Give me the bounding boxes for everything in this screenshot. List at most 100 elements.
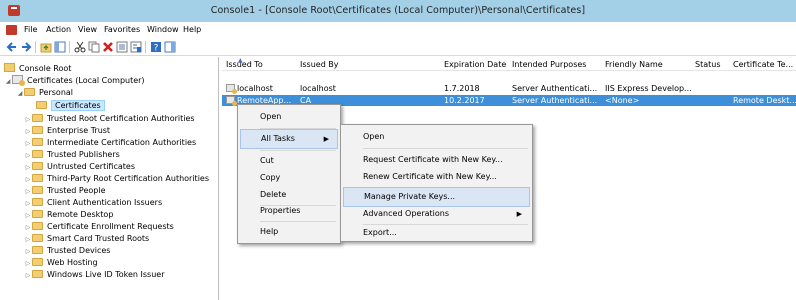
toolbar-separator [69, 41, 70, 53]
tree-item-web-hosting[interactable]: ▷ Web Hosting [24, 257, 98, 269]
cut-icon[interactable] [74, 41, 86, 53]
menu-separator [363, 148, 528, 149]
export-list-icon[interactable] [116, 41, 128, 53]
friendly-name-cell: IIS Express Develop... [605, 84, 692, 93]
submenu-item-advanced-operations[interactable]: Advanced Operations ▶ [343, 204, 530, 224]
folder-icon [32, 258, 43, 266]
folder-icon [32, 114, 43, 122]
issued-by-cell: localhost [300, 84, 336, 93]
column-header-friendly-name[interactable]: Friendly Name [605, 60, 663, 69]
tree-item-intermediate-ca[interactable]: ▷ Intermediate Certification Authorities [24, 137, 196, 149]
expand-arrow-icon[interactable]: ▷ [24, 270, 32, 282]
child-window-icon[interactable] [6, 25, 17, 35]
folder-icon [32, 162, 43, 170]
menu-help[interactable]: Help [183, 25, 201, 34]
tree-item-windows-live-id[interactable]: ▷ Windows Live ID Token Issuer [24, 269, 164, 281]
back-arrow-icon[interactable] [6, 41, 18, 53]
folder-icon [24, 88, 35, 96]
certificate-icon [226, 96, 237, 106]
tree-item-certificates[interactable]: Certificates [36, 100, 105, 112]
toolbar-separator [145, 41, 146, 53]
menu-item-open[interactable]: Open [240, 107, 338, 127]
friendly-name-cell: <None> [605, 96, 640, 105]
window-title: Console1 - [Console Root\Certificates (L… [210, 5, 586, 16]
title-bar[interactable]: Console1 - [Console Root\Certificates (L… [0, 0, 796, 22]
help-icon[interactable]: ? [150, 41, 162, 53]
folder-icon [32, 270, 43, 278]
toolbar: ? [0, 38, 796, 56]
table-row[interactable]: localhost localhost 1.7.2018 Server Auth… [222, 83, 796, 94]
expiration-cell: 10.2.2017 [444, 96, 485, 105]
menu-item-help[interactable]: Help [240, 222, 338, 242]
tree-item-enterprise-trust[interactable]: ▷ Enterprise Trust [24, 125, 110, 137]
column-header-issued-to[interactable]: ▲ Issued To [226, 57, 263, 69]
svg-text:?: ? [154, 44, 159, 54]
forward-arrow-icon[interactable] [20, 41, 32, 53]
toolbar-separator [35, 41, 36, 53]
tree-item-certificates-local-computer[interactable]: ◢ Certificates (Local Computer) [4, 75, 145, 87]
column-header-issued-by[interactable]: Issued By [300, 60, 339, 69]
submenu-arrow-icon: ▶ [323, 135, 329, 143]
folder-icon [32, 150, 43, 158]
column-header-expiration-date[interactable]: Expiration Date [444, 60, 506, 69]
list-header: ▲ Issued To Issued By Expiration Date Int… [222, 57, 796, 71]
context-menu: Open All Tasks ▶ Cut Copy Delete Properti… [237, 104, 341, 244]
folder-icon [32, 198, 43, 206]
folder-icon [32, 234, 43, 242]
submenu-arrow-icon: ▶ [516, 210, 522, 218]
menu-item-all-tasks[interactable]: All Tasks ▶ [240, 129, 338, 149]
tree-item-trusted-publishers[interactable]: ▷ Trusted Publishers [24, 149, 120, 161]
menu-bar: File Action View Favorites Window Help [0, 22, 796, 38]
console-root-icon [4, 63, 15, 72]
column-header-intended-purposes[interactable]: Intended Purposes [512, 60, 586, 69]
collapse-arrow-icon[interactable]: ◢ [4, 76, 12, 88]
console-tree[interactable]: Console Root ◢ Certificates (Local Comput… [0, 57, 219, 300]
submenu-item-open[interactable]: Open [343, 127, 530, 147]
menu-item-properties[interactable]: Properties [240, 201, 338, 221]
tree-item-trusted-devices[interactable]: ▷ Trusted Devices [24, 245, 110, 257]
tree-item-enrollment-requests[interactable]: ▷ Certificate Enrollment Requests [24, 221, 174, 233]
copy-icon[interactable] [88, 41, 100, 53]
delete-icon[interactable] [102, 41, 114, 53]
menu-action[interactable]: Action [46, 25, 71, 34]
folder-icon [32, 246, 43, 254]
show-hide-tree-icon[interactable] [54, 41, 66, 53]
template-cell: Remote Deskt... [733, 96, 796, 105]
menu-file[interactable]: File [24, 25, 37, 34]
folder-icon [32, 174, 43, 182]
expiration-cell: 1.7.2018 [444, 84, 480, 93]
folder-icon [32, 222, 43, 230]
menu-view[interactable]: View [78, 25, 97, 34]
tree-item-remote-desktop[interactable]: ▷ Remote Desktop [24, 209, 113, 221]
folder-icon [32, 186, 43, 194]
certificate-store-icon [12, 75, 25, 86]
folder-icon [32, 138, 43, 146]
tree-item-personal[interactable]: ◢ Personal [16, 87, 73, 99]
tree-item-console-root[interactable]: Console Root [4, 63, 71, 75]
purposes-cell: Server Authenticati... [512, 84, 598, 93]
sort-ascending-icon: ▲ [238, 57, 243, 64]
tree-item-smart-card-roots[interactable]: ▷ Smart Card Trusted Roots [24, 233, 149, 245]
column-header-status[interactable]: Status [695, 60, 721, 69]
issued-to-cell: localhost [226, 83, 273, 94]
tree-item-trusted-people[interactable]: ▷ Trusted People [24, 185, 106, 197]
show-action-pane-icon[interactable] [164, 41, 176, 53]
tree-item-client-auth-issuers[interactable]: ▷ Client Authentication Issuers [24, 197, 162, 209]
up-folder-icon[interactable] [40, 41, 52, 53]
menu-favorites[interactable]: Favorites [104, 25, 140, 34]
all-tasks-submenu: Open Request Certificate with New Key...… [340, 124, 533, 242]
tree-item-untrusted-certificates[interactable]: ▷ Untrusted Certificates [24, 161, 135, 173]
column-header-certificate-template[interactable]: Certificate Te... [733, 60, 793, 69]
menu-window[interactable]: Window [147, 25, 179, 34]
tree-item-trusted-root[interactable]: ▷ Trusted Root Certification Authorities [24, 113, 195, 125]
folder-icon [36, 101, 47, 109]
collapse-arrow-icon[interactable]: ◢ [16, 88, 24, 100]
certificate-icon [226, 84, 237, 94]
tree-item-third-party-root[interactable]: ▷ Third-Party Root Certification Authorit… [24, 173, 209, 185]
purposes-cell: Server Authenticati... [512, 96, 598, 105]
properties-icon[interactable] [130, 41, 142, 53]
submenu-item-export[interactable]: Export... [343, 223, 530, 243]
folder-icon [32, 126, 43, 134]
submenu-item-renew-certificate[interactable]: Renew Certificate with New Key... [343, 167, 530, 187]
folder-icon [32, 210, 43, 218]
